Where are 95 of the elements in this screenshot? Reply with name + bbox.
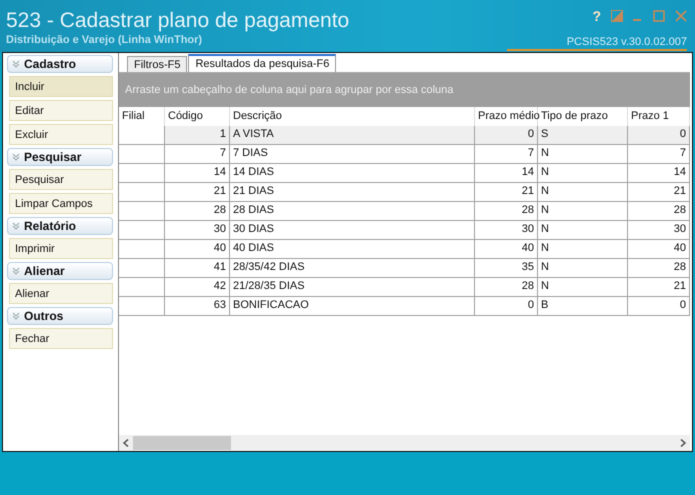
table-cell: 30 bbox=[475, 221, 538, 240]
table-cell: 7 bbox=[628, 145, 690, 164]
table-cell: 28 bbox=[165, 202, 230, 221]
table-cell: 28 DIAS bbox=[230, 202, 475, 221]
table-cell: 0 bbox=[628, 126, 690, 145]
sidebar-item[interactable]: Editar bbox=[9, 100, 113, 121]
table-cell: 40 bbox=[628, 240, 690, 259]
table-cell: 28 bbox=[628, 259, 690, 278]
table-cell: 1 bbox=[165, 126, 230, 145]
table-cell bbox=[119, 202, 165, 221]
table-cell: N bbox=[538, 202, 628, 221]
table-cell: 42 bbox=[165, 278, 230, 297]
window-title: 523 - Cadastrar plano de pagamento bbox=[6, 9, 350, 33]
section-title: Cadastro bbox=[24, 57, 76, 71]
table-cell: 21 bbox=[628, 278, 690, 297]
scroll-thumb[interactable] bbox=[133, 436, 231, 450]
table-cell: 21/28/35 DIAS bbox=[230, 278, 475, 297]
sidebar-item[interactable]: Excluir bbox=[9, 124, 113, 145]
table-cell: 40 DIAS bbox=[230, 240, 475, 259]
table-cell bbox=[119, 221, 165, 240]
table-cell bbox=[119, 164, 165, 183]
table-cell: N bbox=[538, 278, 628, 297]
section-header[interactable]: Outros bbox=[7, 307, 113, 325]
table-cell: 0 bbox=[475, 297, 538, 316]
table-cell: 21 DIAS bbox=[230, 183, 475, 202]
table-cell: 40 bbox=[165, 240, 230, 259]
table-cell: 40 bbox=[475, 240, 538, 259]
chevron-icon bbox=[12, 153, 20, 161]
table-cell: B bbox=[538, 297, 628, 316]
sidebar-item[interactable]: Fechar bbox=[9, 328, 113, 349]
table-cell: A VISTA bbox=[230, 126, 475, 145]
table-cell: 7 DIAS bbox=[230, 145, 475, 164]
horizontal-scrollbar[interactable] bbox=[119, 435, 690, 451]
scroll-right-icon[interactable] bbox=[680, 439, 686, 447]
table-cell: 30 DIAS bbox=[230, 221, 475, 240]
table-cell: 14 bbox=[628, 164, 690, 183]
table-cell: 30 bbox=[165, 221, 230, 240]
section-title: Relatório bbox=[24, 219, 76, 233]
table-cell: 41 bbox=[165, 259, 230, 278]
sidebar-item[interactable]: Incluir bbox=[9, 76, 113, 97]
section-header[interactable]: Pesquisar bbox=[7, 148, 113, 166]
table-cell bbox=[119, 278, 165, 297]
table-cell: 7 bbox=[475, 145, 538, 164]
table-cell: N bbox=[538, 145, 628, 164]
table-cell: 21 bbox=[165, 183, 230, 202]
table-cell: 14 DIAS bbox=[230, 164, 475, 183]
table-cell bbox=[119, 183, 165, 202]
tab[interactable]: Resultados da pesquisa-F6 bbox=[188, 54, 336, 72]
group-hint: Arraste um cabeçalho de coluna aqui para agrupar por essa coluna bbox=[125, 84, 454, 96]
chevron-icon bbox=[12, 312, 20, 320]
section-title: Outros bbox=[24, 309, 64, 323]
chevron-icon bbox=[12, 222, 20, 230]
table-cell: N bbox=[538, 221, 628, 240]
table-cell: 7 bbox=[165, 145, 230, 164]
table-cell: 28 bbox=[475, 278, 538, 297]
table-cell bbox=[119, 259, 165, 278]
chevron-icon bbox=[12, 267, 20, 275]
table-cell: 63 bbox=[165, 297, 230, 316]
tab[interactable]: Filtros-F5 bbox=[127, 56, 188, 72]
maximize-icon[interactable] bbox=[653, 10, 665, 22]
sidebar-item[interactable]: Imprimir bbox=[9, 238, 113, 259]
sidebar-item[interactable]: Pesquisar bbox=[9, 169, 113, 190]
table-cell: S bbox=[538, 126, 628, 145]
table-cell: 28 bbox=[475, 202, 538, 221]
window-subtitle: Distribuição e Varejo (Linha WinThor) bbox=[6, 34, 204, 46]
table-cell: 0 bbox=[475, 126, 538, 145]
table-cell: 28/35/42 DIAS bbox=[230, 259, 475, 278]
table-cell: N bbox=[538, 183, 628, 202]
table-cell: 28 bbox=[628, 202, 690, 221]
table-cell: 14 bbox=[475, 164, 538, 183]
table-cell: N bbox=[538, 259, 628, 278]
section-title: Alienar bbox=[24, 264, 65, 278]
table-cell: 21 bbox=[475, 183, 538, 202]
close-icon[interactable] bbox=[675, 10, 687, 22]
table-cell: BONIFICACAO bbox=[230, 297, 475, 316]
table-cell bbox=[119, 126, 165, 145]
section-header[interactable]: Relatório bbox=[7, 217, 113, 235]
section-header[interactable]: Alienar bbox=[7, 262, 113, 280]
table-cell: 21 bbox=[628, 183, 690, 202]
chevron-icon bbox=[12, 60, 20, 68]
table-cell bbox=[119, 145, 165, 164]
table-cell: 0 bbox=[628, 297, 690, 316]
section-title: Pesquisar bbox=[24, 150, 82, 164]
table-cell bbox=[119, 240, 165, 259]
scroll-left-icon[interactable] bbox=[123, 439, 129, 447]
sidebar-item[interactable]: Alienar bbox=[9, 283, 113, 304]
table-cell: 14 bbox=[165, 164, 230, 183]
table-cell bbox=[119, 297, 165, 316]
sidebar-item[interactable]: Limpar Campos bbox=[9, 193, 113, 214]
table-cell: 35 bbox=[475, 259, 538, 278]
table-cell: N bbox=[538, 240, 628, 259]
table-cell: 30 bbox=[628, 221, 690, 240]
table-cell: N bbox=[538, 164, 628, 183]
section-header[interactable]: Cadastro bbox=[7, 55, 113, 73]
dock-icon[interactable] bbox=[611, 10, 623, 22]
